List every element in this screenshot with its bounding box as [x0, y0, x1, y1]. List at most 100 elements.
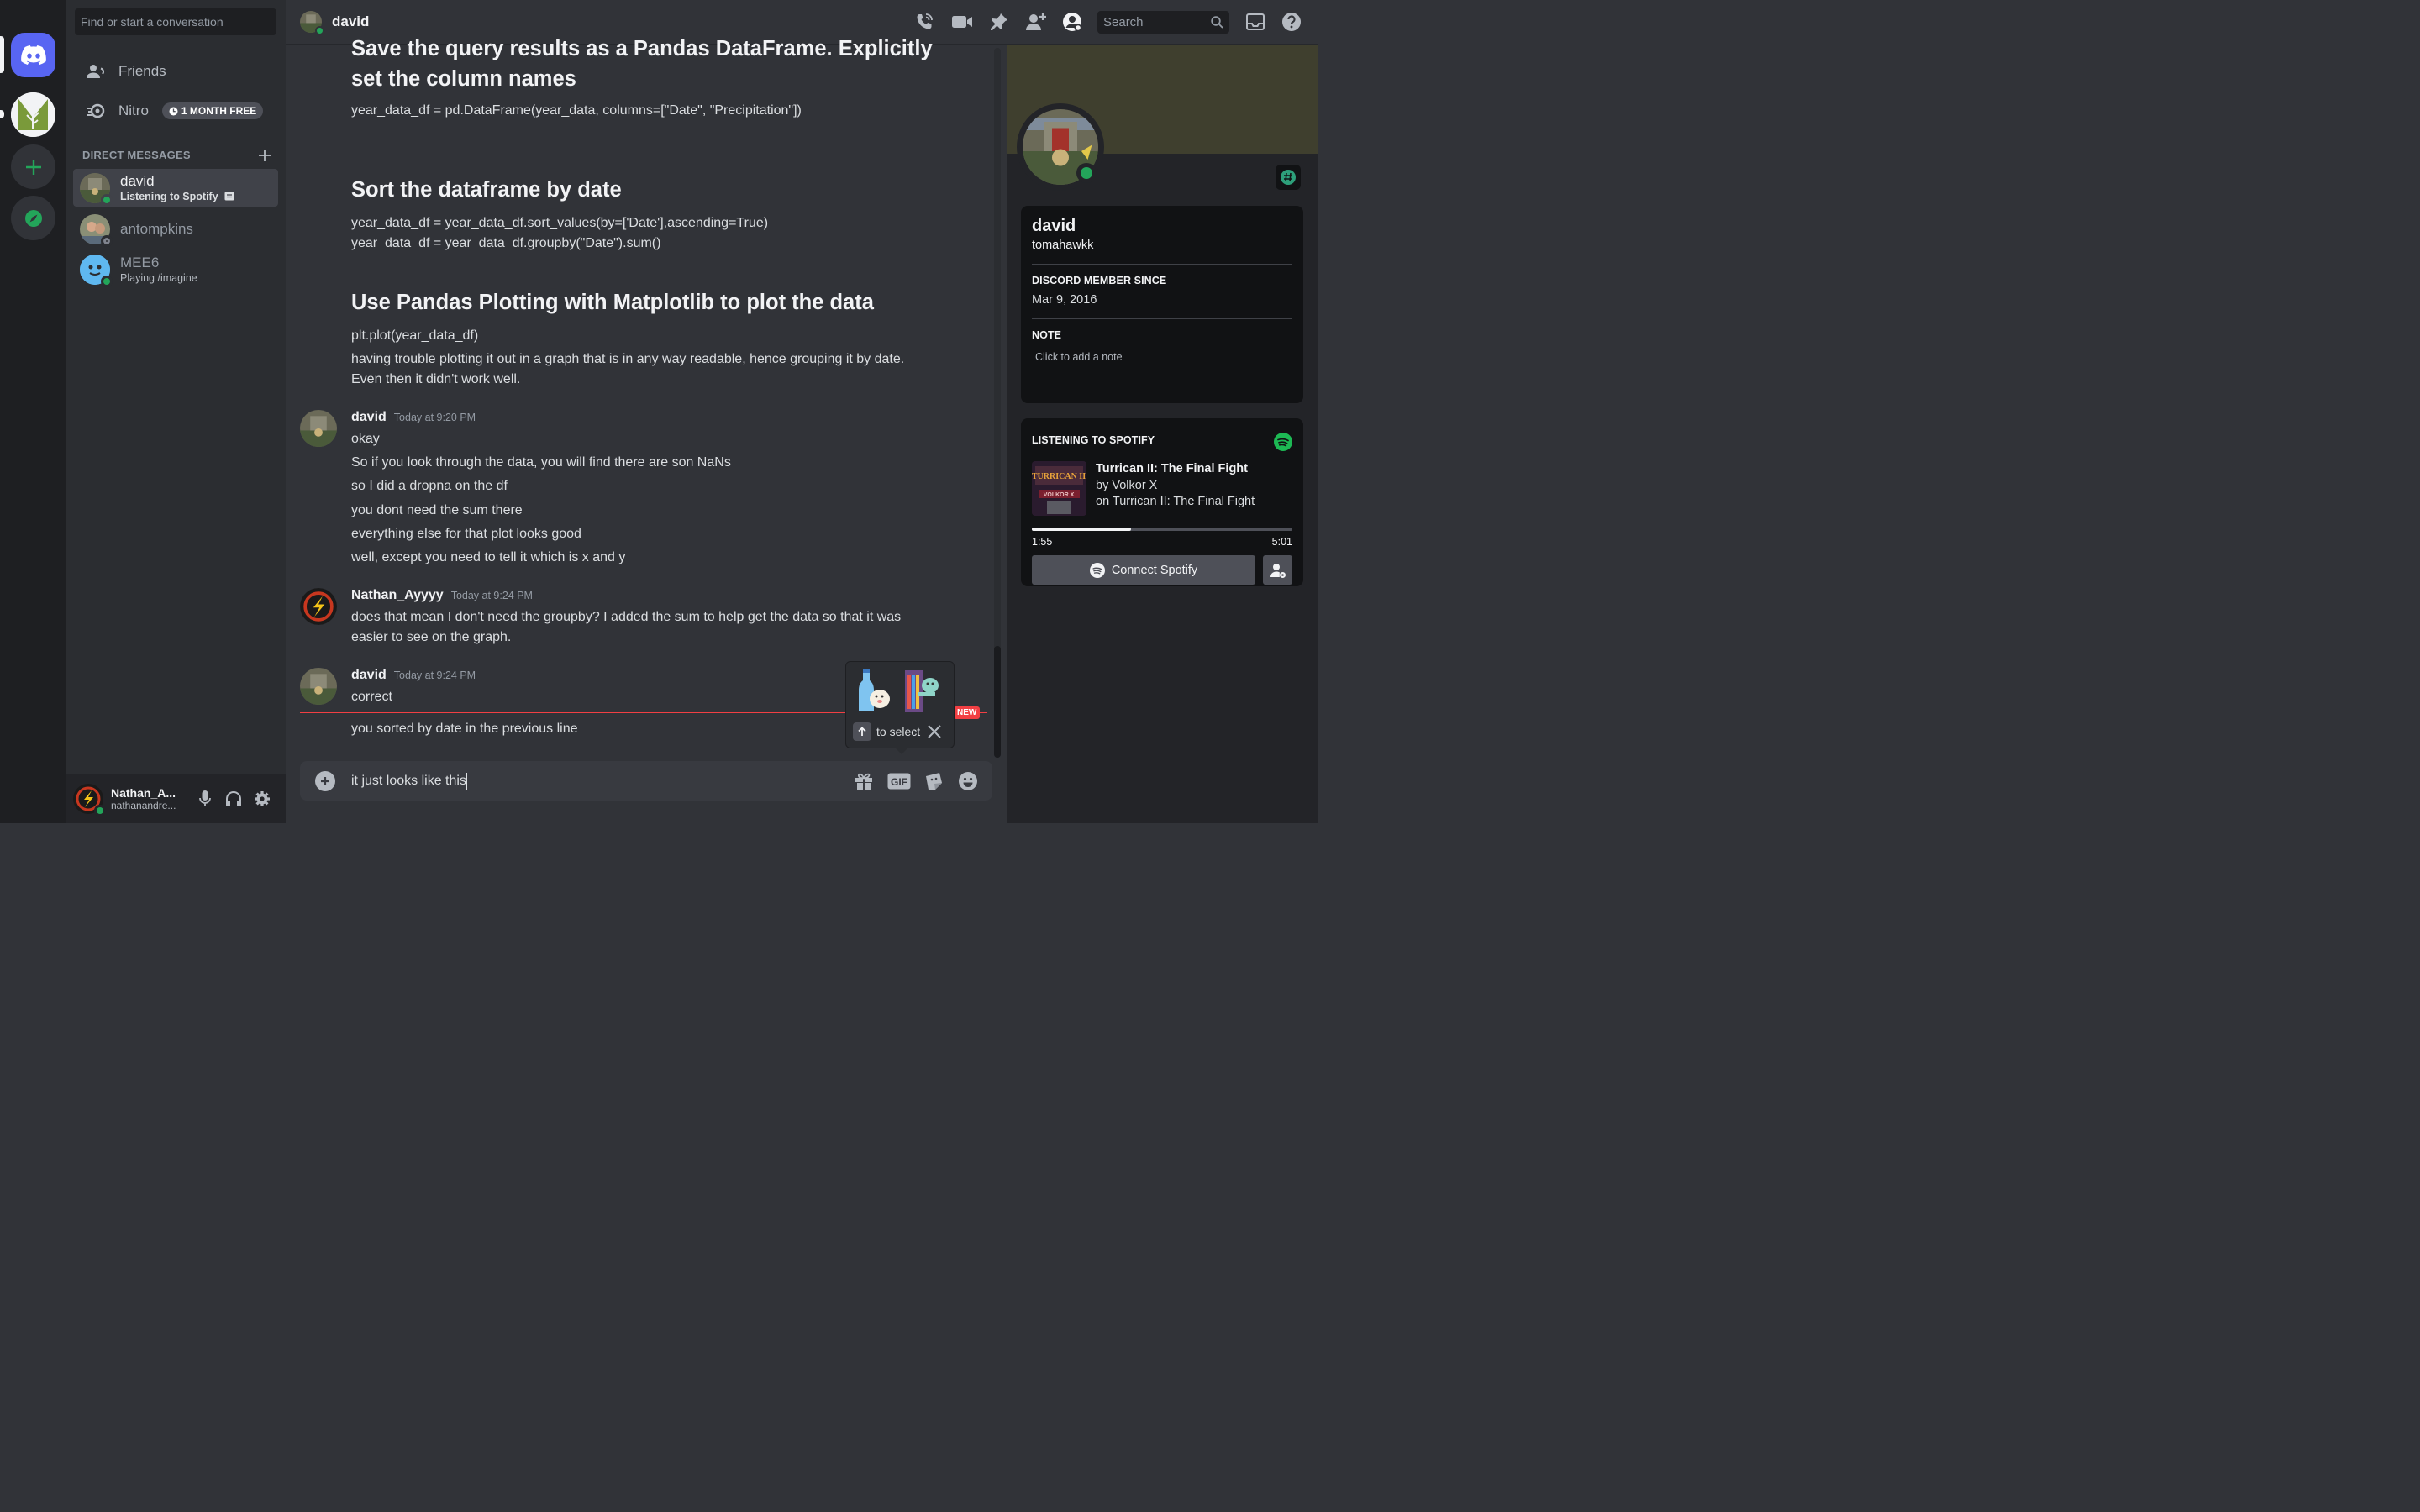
sticker-button[interactable]: [922, 770, 945, 792]
search-input[interactable]: Search: [1097, 11, 1229, 34]
sticker-icon: [926, 773, 942, 790]
emoji-button[interactable]: [956, 770, 980, 792]
dm-name: david: [120, 173, 155, 189]
explore-button[interactable]: [11, 196, 55, 240]
help-icon: [1282, 13, 1301, 31]
home-button[interactable]: [11, 33, 55, 77]
user-profile-toggle-button[interactable]: [1060, 10, 1084, 34]
message-author[interactable]: david: [351, 410, 387, 425]
search-icon: [1211, 16, 1223, 29]
gift-button[interactable]: [852, 770, 876, 792]
spotify-logo-icon: [1274, 433, 1292, 451]
scrollbar-thumb[interactable]: [994, 646, 1001, 758]
message-input[interactable]: it just looks like this: [351, 772, 467, 790]
message-line: you dont need the sum there: [351, 503, 523, 517]
message-composer[interactable]: it just looks like this GIF: [300, 761, 992, 801]
message-line: well, except you need to tell it which i…: [351, 550, 626, 564]
gift-icon: [855, 773, 872, 790]
gif-button[interactable]: GIF: [887, 770, 911, 792]
compass-icon: [24, 209, 42, 227]
unread-indicator: [0, 110, 4, 118]
new-messages-badge: NEW: [954, 706, 981, 719]
nav-nitro[interactable]: Nitro 1 MONTH FREE: [73, 93, 278, 129]
dm-item-antompkins[interactable]: antompkins: [73, 210, 278, 248]
add-user-icon: [1026, 13, 1046, 30]
track-artist[interactable]: by Volkor X: [1096, 478, 1255, 495]
note-label: NOTE: [1032, 329, 1062, 341]
dm-activity: Listening to Spotify: [120, 191, 234, 202]
user-panel: Nathan_A... nathanandre...: [66, 774, 286, 823]
track-elapsed: 1:55: [1032, 536, 1053, 548]
status-online-dot: [101, 193, 113, 206]
inbox-button[interactable]: [1244, 10, 1267, 34]
gear-icon: [255, 791, 270, 806]
nav-friends[interactable]: Friends: [73, 54, 278, 89]
track-duration: 5:01: [1271, 536, 1292, 548]
close-icon[interactable]: [927, 724, 942, 739]
track-title[interactable]: Turrican II: The Final Fight: [1096, 461, 1255, 478]
message-line: so I did a dropna on the df: [351, 479, 508, 493]
message-author[interactable]: david: [351, 668, 387, 683]
help-button[interactable]: [1280, 10, 1303, 34]
profile-badge[interactable]: [1276, 165, 1301, 190]
nitro-icon: [85, 100, 107, 122]
spotify-activity-card: LISTENING TO SPOTIFY TURRICAN II VOLKOR X…: [1021, 418, 1303, 586]
connect-spotify-button[interactable]: Connect Spotify: [1032, 555, 1255, 585]
user-settings-icon: [1270, 563, 1286, 578]
voice-call-button[interactable]: [913, 10, 936, 34]
message-line: okay: [351, 432, 380, 446]
album-art[interactable]: TURRICAN II VOLKOR X: [1032, 461, 1086, 516]
video-camera-icon: [952, 16, 972, 28]
note-input[interactable]: Click to add a note: [1032, 351, 1292, 363]
member-since-date: Mar 9, 2016: [1032, 293, 1097, 307]
avatar: [80, 213, 113, 247]
sticker-suggestion[interactable]: [855, 667, 893, 714]
message-author[interactable]: Nathan_Ayyyy: [351, 588, 444, 603]
status-offline-dot: [101, 234, 113, 247]
sticker-suggestion-popover: to select: [845, 661, 955, 754]
avatar: [80, 254, 113, 287]
message-avatar[interactable]: [300, 588, 337, 625]
server-icon[interactable]: [11, 92, 55, 137]
pinned-messages-button[interactable]: [987, 10, 1011, 34]
message-list: Save the query results as a Pandas DataF…: [286, 37, 1007, 823]
pin-icon: [991, 13, 1007, 30]
upload-plus-button[interactable]: [315, 770, 335, 791]
track-album[interactable]: on Turrican II: The Final Fight: [1096, 494, 1255, 511]
emoji-icon: [959, 772, 977, 790]
message-timestamp: Today at 9:20 PM: [393, 412, 476, 423]
sticker-suggestion[interactable]: [902, 667, 942, 714]
add-server-button[interactable]: [11, 144, 55, 189]
arrow-up-key-icon: [853, 722, 871, 741]
message-input-text: it just looks like this: [351, 773, 466, 788]
nitro-free-badge: 1 MONTH FREE: [161, 102, 264, 119]
message-avatar[interactable]: [300, 668, 337, 705]
user-names[interactable]: Nathan_A... nathanandre...: [111, 786, 191, 811]
selected-indicator: [0, 36, 4, 73]
user-avatar[interactable]: [73, 784, 106, 816]
rich-presence-icon: [224, 192, 234, 201]
dm-item-mee6[interactable]: MEE6 Playing /imagine: [73, 250, 278, 288]
mute-button[interactable]: [191, 785, 219, 813]
add-friends-to-dm-button[interactable]: [1024, 10, 1048, 34]
dm-sidebar: Find or start a conversation Friends Nit…: [66, 0, 286, 823]
create-dm-plus-icon[interactable]: [259, 150, 271, 161]
message-header: david Today at 9:24 PM: [351, 668, 476, 683]
friends-icon: [85, 60, 107, 82]
dm-item-david[interactable]: david Listening to Spotify: [73, 169, 278, 207]
find-conversation-input[interactable]: Find or start a conversation: [75, 8, 276, 35]
dm-header: DIRECT MESSAGES: [82, 149, 271, 161]
deafen-button[interactable]: [219, 785, 248, 813]
message-heading: Save the query results as a Pandas DataF…: [351, 37, 933, 91]
message-timestamp: Today at 9:24 PM: [393, 669, 476, 681]
message-avatar[interactable]: [300, 410, 337, 447]
settings-button[interactable]: [248, 785, 276, 813]
spotify-invite-button[interactable]: [1263, 555, 1292, 585]
video-call-button[interactable]: [950, 10, 974, 34]
gif-icon: GIF: [887, 773, 911, 790]
status-online-dot: [315, 26, 324, 35]
avatar: [80, 172, 113, 206]
message-line: year_data_df = pd.DataFrame(year_data, c…: [351, 103, 802, 118]
server-logo-icon: [11, 92, 55, 137]
profile-username: tomahawkk: [1032, 239, 1094, 252]
